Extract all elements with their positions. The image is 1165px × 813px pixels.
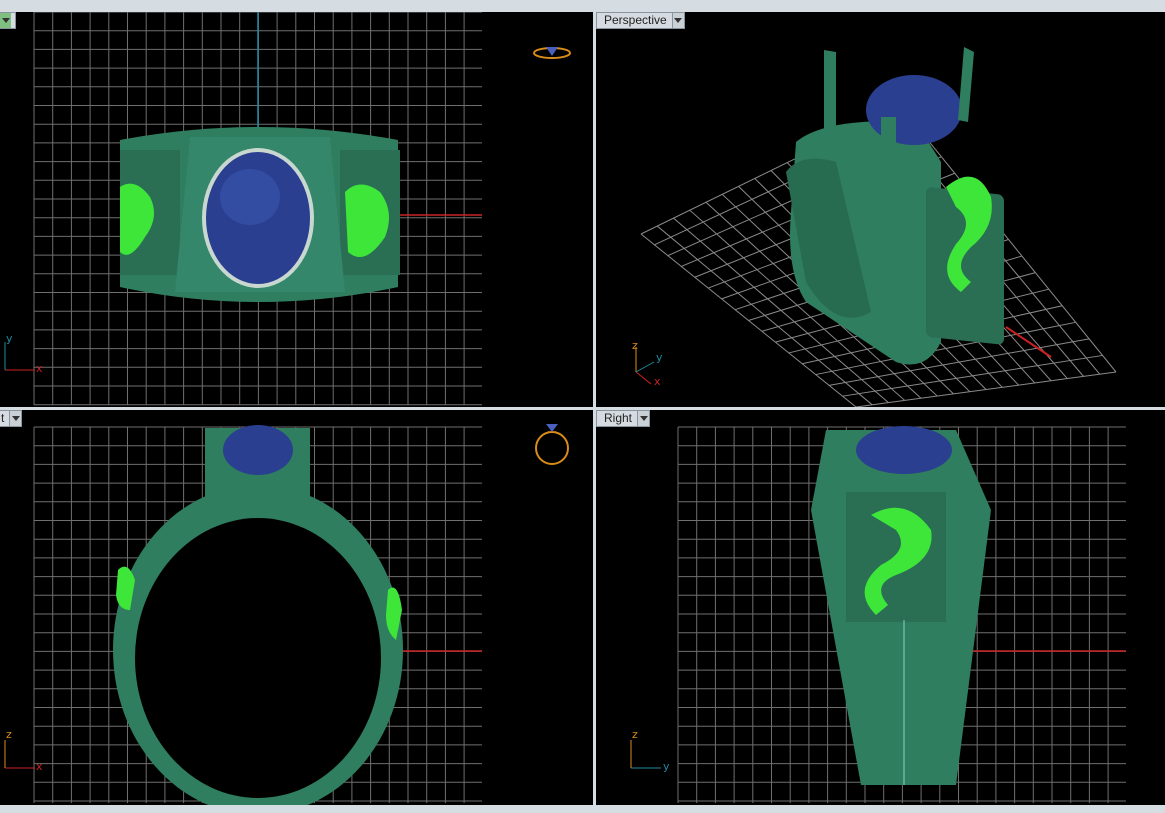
viewport-perspective-label: Perspective <box>604 13 667 27</box>
viewport-top-dropdown-icon[interactable] <box>0 13 11 28</box>
viewport-front-tab[interactable]: t <box>0 410 23 427</box>
viewport-perspective-tab[interactable]: Perspective <box>596 12 685 29</box>
persp-axis-y-label: y <box>656 351 663 364</box>
viewport-right-label: Right <box>604 411 633 425</box>
ring-front-widget-icon <box>535 431 569 465</box>
viewport-front[interactable]: t z x <box>0 410 593 805</box>
front-axis-x-label: x <box>36 760 43 773</box>
right-axis-y-label: y <box>663 760 670 773</box>
top-axis-y-label: y <box>6 332 13 345</box>
viewport-front-label: t <box>1 411 5 425</box>
front-view-scene <box>4 424 569 805</box>
perspective-gem <box>866 75 962 145</box>
right-gem <box>856 426 952 474</box>
viewport-top-tab[interactable] <box>0 12 16 29</box>
front-gem <box>223 425 293 475</box>
right-axis-z-label: z <box>632 728 638 741</box>
viewport-right-tab[interactable]: Right <box>596 410 651 427</box>
top-axis-x-label: x <box>36 362 43 375</box>
top-view-scene <box>4 12 571 406</box>
viewport-top[interactable]: y x <box>0 12 593 407</box>
front-axis-z-label: z <box>6 728 12 741</box>
perspective-scene <box>635 47 1117 407</box>
viewport-front-dropdown-icon[interactable] <box>9 411 22 426</box>
viewport-perspective[interactable]: Perspective z y x <box>596 12 1165 407</box>
persp-axis-x-label: x <box>654 375 661 388</box>
viewport-right-dropdown-icon[interactable] <box>637 411 650 426</box>
persp-axis-z-label: z <box>632 339 638 352</box>
right-view-scene <box>630 426 1126 803</box>
viewport-right[interactable]: Right z y <box>596 410 1165 805</box>
viewport-perspective-dropdown-icon[interactable] <box>671 13 684 28</box>
